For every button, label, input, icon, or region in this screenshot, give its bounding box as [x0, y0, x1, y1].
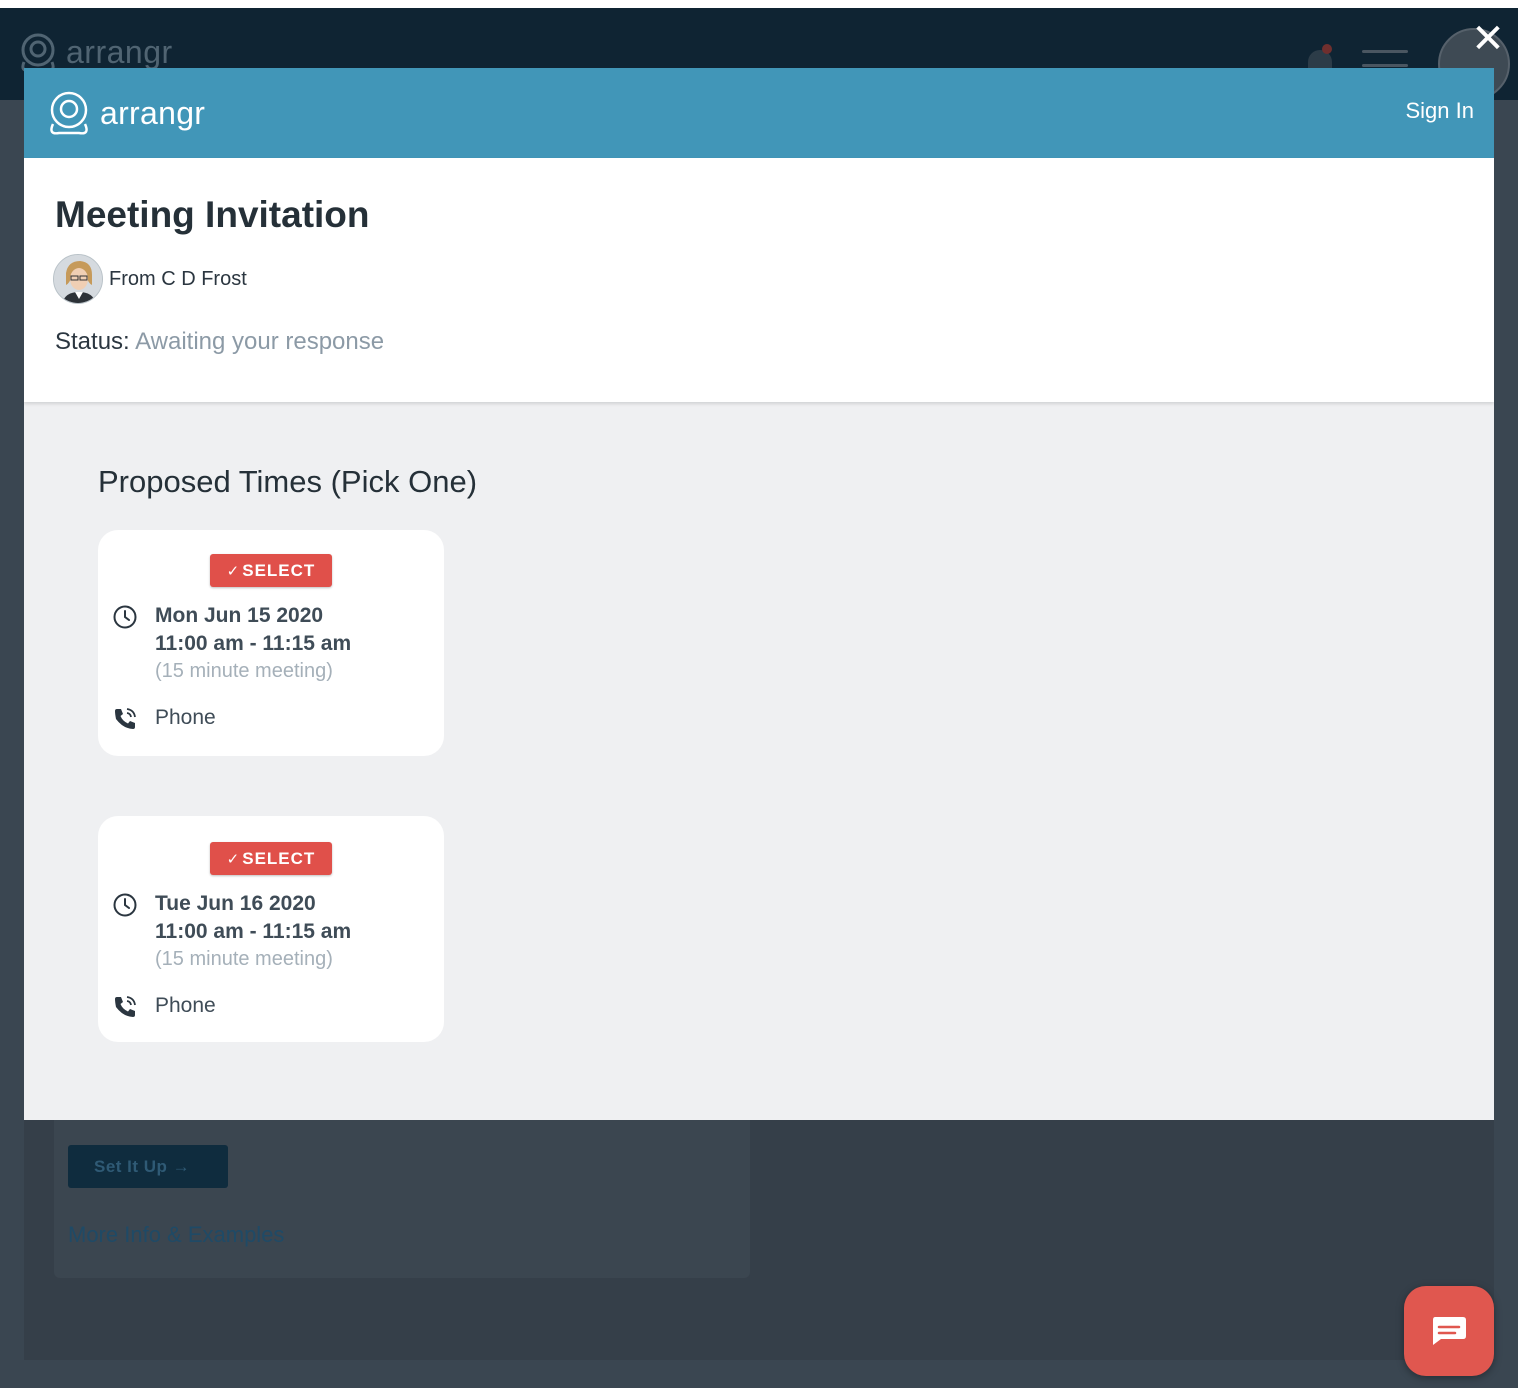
meeting-method: Phone [155, 994, 216, 1017]
sender-avatar [53, 254, 103, 304]
brand-text: arrangr [100, 94, 206, 131]
clock-icon [113, 605, 137, 629]
select-button[interactable]: ✓ SELECT [210, 842, 332, 875]
status-label: Status: [55, 328, 130, 355]
hamburger-menu-icon [1362, 50, 1408, 70]
brand-logo[interactable]: arrangr [44, 88, 205, 138]
window-top-strip [0, 0, 1518, 8]
meeting-invitation-modal: arrangr Sign In Meeting Invitation From … [24, 68, 1494, 1120]
background-more-info-link: More Info & Examples [68, 1222, 285, 1247]
clock-icon [113, 893, 137, 917]
background-setup-button: Set It Up → [68, 1145, 228, 1188]
background-logo-text: arrangr [66, 33, 173, 70]
time-range: 11:00 am - 11:15 am [155, 920, 352, 943]
phone-icon [115, 708, 136, 729]
time-duration: (15 minute meeting) [155, 948, 333, 970]
modal-header: arrangr Sign In [24, 68, 1494, 158]
chat-icon [1433, 1317, 1466, 1345]
arrangr-logo-icon [50, 91, 88, 135]
invitation-summary: Meeting Invitation From C D Frost Status… [24, 158, 1494, 402]
status-row: Status: Awaiting your response [55, 328, 384, 356]
status-value: Awaiting your response [135, 328, 385, 355]
time-duration: (15 minute meeting) [155, 660, 333, 682]
check-icon: ✓ [226, 562, 241, 580]
background-card [54, 1100, 750, 1278]
sign-in-link[interactable]: Sign In [1406, 98, 1475, 124]
page-title: Meeting Invitation [55, 194, 370, 235]
check-icon: ✓ [226, 850, 241, 868]
close-icon[interactable]: ✕ [1468, 19, 1508, 60]
time-option-card: ✓ SELECT Mon Jun 15 2020 11:00 am - 11:1… [98, 530, 444, 756]
time-range: 11:00 am - 11:15 am [155, 632, 352, 655]
meeting-method: Phone [155, 706, 216, 729]
time-date: Tue Jun 16 2020 [155, 892, 316, 915]
select-label: SELECT [242, 848, 316, 868]
phone-icon [115, 996, 136, 1017]
proposed-times-title: Proposed Times (Pick One) [98, 464, 478, 499]
time-option-card: ✓ SELECT Tue Jun 16 2020 11:00 am - 11:1… [98, 816, 444, 1042]
time-date: Mon Jun 15 2020 [155, 604, 324, 627]
select-label: SELECT [242, 560, 316, 580]
select-button[interactable]: ✓ SELECT [210, 554, 332, 587]
chat-launcher-button[interactable] [1404, 1286, 1494, 1376]
from-row: From C D Frost [53, 254, 247, 304]
from-text: From C D Frost [109, 267, 247, 290]
